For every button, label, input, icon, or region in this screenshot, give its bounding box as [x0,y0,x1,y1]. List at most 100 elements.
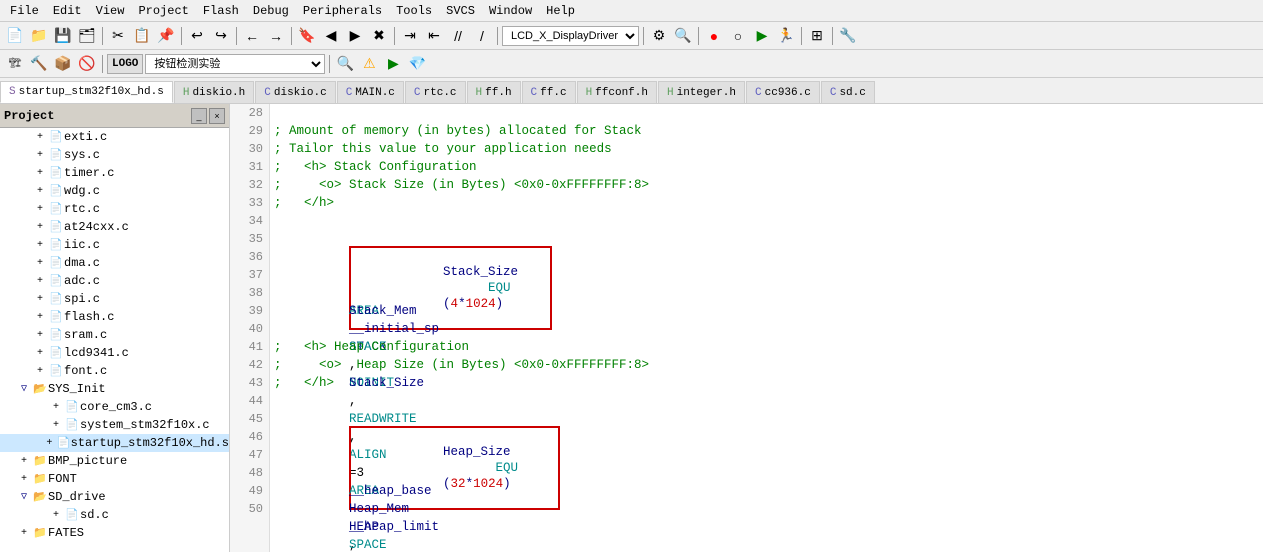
tree-toggle-at24cxx[interactable]: + [32,219,48,235]
tree-toggle-adc[interactable]: + [32,273,48,289]
tree-item-timer[interactable]: + 📄 timer.c [0,164,229,182]
prev-bookmark-button[interactable]: ◀ [320,25,342,47]
code-container[interactable]: 28 29 30 31 32 33 34 35 36 37 38 39 40 4… [230,104,1263,552]
tree-item-wdg[interactable]: + 📄 wdg.c [0,182,229,200]
project-toolbar-btn4[interactable]: 🚫 [76,53,98,75]
project-dropdown[interactable]: 按钮检测实验 [145,54,325,74]
open-button[interactable]: 📁 [28,25,50,47]
copy-button[interactable]: 📋 [131,25,153,47]
tree-item-startup[interactable]: + 📄 startup_stm32f10x_hd.s [0,434,229,452]
search-button[interactable]: 🔍 [672,25,694,47]
configure-button[interactable]: ⚙ [648,25,670,47]
tree-toggle-font[interactable]: + [32,363,48,379]
project-toolbar-btn1[interactable]: 🏗 [4,53,26,75]
tree-toggle-timer[interactable]: + [32,165,48,181]
toolbar2-btn7[interactable]: ▶ [382,53,404,75]
tree-toggle-exti[interactable]: + [32,129,48,145]
tree-item-sys[interactable]: + 📄 sys.c [0,146,229,164]
sidebar-close-button[interactable]: × [209,108,225,124]
toolbar2-btn5[interactable]: 🔍 [334,53,356,75]
component-dropdown[interactable]: LCD_X_DisplayDriver [502,26,639,46]
comment-button[interactable]: // [447,25,469,47]
code-content[interactable]: ; Amount of memory (in bytes) allocated … [270,104,1263,552]
tree-item-dma[interactable]: + 📄 dma.c [0,254,229,272]
tree-toggle-rtc[interactable]: + [32,201,48,217]
run-button[interactable]: 🏃 [775,25,797,47]
stop-button[interactable]: ○ [727,25,749,47]
tree-item-spi[interactable]: + 📄 spi.c [0,290,229,308]
save-button[interactable]: 💾 [52,25,74,47]
tree-toggle-wdg[interactable]: + [32,183,48,199]
tree-item-bmp[interactable]: + 📁 BMP_picture [0,452,229,470]
project-toolbar-btn3[interactable]: 📦 [52,53,74,75]
nav-back-button[interactable]: ← [241,25,263,47]
tree-item-sd-c[interactable]: + 📄 sd.c [0,506,229,524]
clear-bookmark-button[interactable]: ✖ [368,25,390,47]
tab-startup[interactable]: S startup_stm32f10x_hd.s [0,81,173,103]
toolbar2-btn6[interactable]: ⚠ [358,53,380,75]
tab-ff-c[interactable]: C ff.c [522,81,576,103]
tree-toggle-lcd9341[interactable]: + [32,345,48,361]
tree-toggle-sd-c[interactable]: + [48,507,64,523]
toolbar2-btn8[interactable]: 💎 [406,53,428,75]
tab-sd-c[interactable]: C sd.c [821,81,875,103]
tree-toggle-font-folder[interactable]: + [16,471,32,487]
tree-toggle-system-stm32[interactable]: + [48,417,64,433]
menu-flash[interactable]: Flash [197,2,245,20]
menu-tools[interactable]: Tools [390,2,438,20]
redo-button[interactable]: ↪ [210,25,232,47]
tree-toggle-iic[interactable]: + [32,237,48,253]
tree-item-adc[interactable]: + 📄 adc.c [0,272,229,290]
tree-item-core-cm3[interactable]: + 📄 core_cm3.c [0,398,229,416]
menu-help[interactable]: Help [540,2,581,20]
sidebar-tree[interactable]: + 📄 exti.c + 📄 sys.c + 📄 timer.c + 📄 wd [0,128,229,552]
tab-diskio-h[interactable]: H diskio.h [174,81,254,103]
tree-toggle-dma[interactable]: + [32,255,48,271]
unindent-button[interactable]: ⇤ [423,25,445,47]
new-button[interactable]: 📄 [4,25,26,47]
menu-debug[interactable]: Debug [247,2,295,20]
window-button[interactable]: ⊞ [806,25,828,47]
sidebar-minimize-button[interactable]: _ [191,108,207,124]
menu-view[interactable]: View [90,2,131,20]
play-button[interactable]: ▶ [751,25,773,47]
paste-button[interactable]: 📌 [155,25,177,47]
tree-toggle-sram[interactable]: + [32,327,48,343]
tree-toggle-flash[interactable]: + [32,309,48,325]
tab-diskio-c[interactable]: C diskio.c [255,81,335,103]
tree-toggle-spi[interactable]: + [32,291,48,307]
tab-rtc-c[interactable]: C rtc.c [405,81,466,103]
menu-peripherals[interactable]: Peripherals [297,2,388,20]
next-bookmark-button[interactable]: ▶ [344,25,366,47]
tree-item-lcd9341[interactable]: + 📄 lcd9341.c [0,344,229,362]
tree-item-fates[interactable]: + 📁 FATES [0,524,229,542]
menu-edit[interactable]: Edit [47,2,88,20]
tree-item-system-stm32[interactable]: + 📄 system_stm32f10x.c [0,416,229,434]
uncomment-button[interactable]: / [471,25,493,47]
menu-window[interactable]: Window [483,2,538,20]
menu-project[interactable]: Project [132,2,194,20]
cut-button[interactable]: ✂ [107,25,129,47]
tab-ffconf-h[interactable]: H ffconf.h [577,81,657,103]
tree-toggle-fates[interactable]: + [16,525,32,541]
nav-forward-button[interactable]: → [265,25,287,47]
tree-item-exti[interactable]: + 📄 exti.c [0,128,229,146]
tree-item-font-folder[interactable]: + 📁 FONT [0,470,229,488]
tree-toggle-sysinit[interactable]: ▽ [16,381,32,397]
tree-item-sram[interactable]: + 📄 sram.c [0,326,229,344]
project-toolbar-btn2[interactable]: 🔨 [28,53,50,75]
menu-svcs[interactable]: SVCS [440,2,481,20]
tab-ff-h[interactable]: H ff.h [467,81,521,103]
tree-item-sd-drive[interactable]: ▽ 📂 SD_drive [0,488,229,506]
menu-file[interactable]: File [4,2,45,20]
tree-toggle-startup[interactable]: + [42,435,56,451]
tree-toggle-core-cm3[interactable]: + [48,399,64,415]
record-button[interactable]: ● [703,25,725,47]
tree-item-sysinit[interactable]: ▽ 📂 SYS_Init [0,380,229,398]
tree-item-font[interactable]: + 📄 font.c [0,362,229,380]
tree-item-rtc[interactable]: + 📄 rtc.c [0,200,229,218]
save-all-button[interactable]: 🗂 [76,25,98,47]
tab-integer-h[interactable]: H integer.h [658,81,745,103]
settings-button[interactable]: 🔧 [837,25,859,47]
tree-toggle-sd-drive[interactable]: ▽ [16,489,32,505]
